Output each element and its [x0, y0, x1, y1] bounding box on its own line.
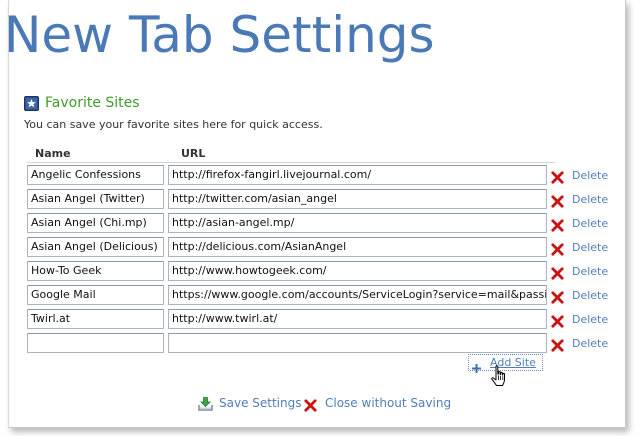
delete-label: Delete — [572, 312, 609, 326]
site-name-input[interactable]: Asian Angel (Chi.mp) — [27, 213, 164, 233]
delete-label: Delete — [572, 264, 609, 278]
site-name-input[interactable]: Asian Angel (Twitter) — [27, 189, 164, 209]
site-name-input[interactable]: Google Mail — [27, 285, 164, 305]
red-x-icon — [551, 169, 564, 184]
favorite-row: Google Mail https://www.google.com/accoun… — [0, 285, 640, 307]
site-url-input[interactable]: http://firefox-fangirl.livejournal.com/ — [168, 165, 547, 185]
site-url-input[interactable]: http://www.twirl.at/ — [168, 309, 547, 329]
site-url-input[interactable]: https://www.google.com/accounts/ServiceL… — [168, 285, 547, 305]
column-header-url: URL — [181, 147, 206, 160]
plus-icon — [472, 358, 481, 373]
site-url-input[interactable]: http://www.howtogeek.com/ — [168, 261, 547, 281]
site-name-input[interactable]: How-To Geek — [27, 261, 164, 281]
site-url-input[interactable]: http://twitter.com/asian_angel — [168, 189, 547, 209]
red-x-icon — [551, 289, 564, 304]
close-without-saving-button[interactable]: Close without Saving — [304, 394, 451, 412]
favorite-row: Twirl.at http://www.twirl.at/Delete — [0, 309, 640, 331]
delete-site-button[interactable]: Delete — [551, 167, 609, 184]
delete-label: Delete — [572, 216, 609, 230]
section-title: Favorite Sites — [45, 95, 140, 111]
favorite-row: Asian Angel (Twitter) http://twitter.com/… — [0, 189, 640, 211]
red-x-icon — [551, 241, 564, 256]
delete-site-button[interactable]: Delete — [551, 335, 609, 352]
favorite-row: How-To Geek http://www.howtogeek.com/Dele… — [0, 261, 640, 283]
page-title: New Tab Settings — [4, 6, 435, 64]
column-header-name: Name — [35, 147, 71, 160]
delete-label: Delete — [572, 192, 609, 206]
site-name-input[interactable] — [27, 333, 164, 353]
favorite-row: Angelic Confessions http://firefox-fangir… — [0, 165, 640, 187]
hand-cursor-icon — [490, 365, 508, 387]
favorite-row: Delete — [0, 333, 640, 355]
close-without-saving-label: Close without Saving — [325, 396, 452, 410]
delete-label: Delete — [572, 336, 609, 350]
delete-site-button[interactable]: Delete — [551, 215, 609, 232]
site-url-input[interactable]: http://asian-angel.mp/ — [168, 213, 547, 233]
delete-site-button[interactable]: Delete — [551, 311, 609, 328]
delete-site-button[interactable]: Delete — [551, 239, 609, 256]
site-url-input[interactable]: http://delicious.com/AsianAngel — [168, 237, 547, 257]
site-name-input[interactable]: Angelic Confessions — [27, 165, 164, 185]
header-divider — [27, 162, 555, 163]
site-url-input[interactable] — [168, 333, 547, 353]
favorite-row: Asian Angel (Chi.mp) http://asian-angel.m… — [0, 213, 640, 235]
favorites-section-header: Favorite Sites — [24, 94, 140, 112]
site-name-input[interactable]: Asian Angel (Delicious) — [27, 237, 164, 257]
red-x-icon — [551, 193, 564, 208]
save-settings-label: Save Settings — [219, 396, 302, 410]
delete-label: Delete — [572, 168, 609, 182]
section-description: You can save your favorite sites here fo… — [24, 118, 323, 131]
delete-label: Delete — [572, 288, 609, 302]
star-icon — [24, 95, 39, 111]
delete-site-button[interactable]: Delete — [551, 287, 609, 304]
red-x-icon — [551, 265, 564, 280]
close-icon — [304, 397, 317, 412]
red-x-icon — [551, 313, 564, 328]
delete-label: Delete — [572, 240, 609, 254]
favorite-row: Asian Angel (Delicious) http://delicious.… — [0, 237, 640, 259]
save-arrow-icon — [198, 396, 213, 411]
save-settings-button[interactable]: Save Settings — [198, 394, 302, 412]
delete-site-button[interactable]: Delete — [551, 191, 609, 208]
site-name-input[interactable]: Twirl.at — [27, 309, 164, 329]
delete-site-button[interactable]: Delete — [551, 263, 609, 280]
red-x-icon — [551, 337, 564, 352]
red-x-icon — [551, 217, 564, 232]
